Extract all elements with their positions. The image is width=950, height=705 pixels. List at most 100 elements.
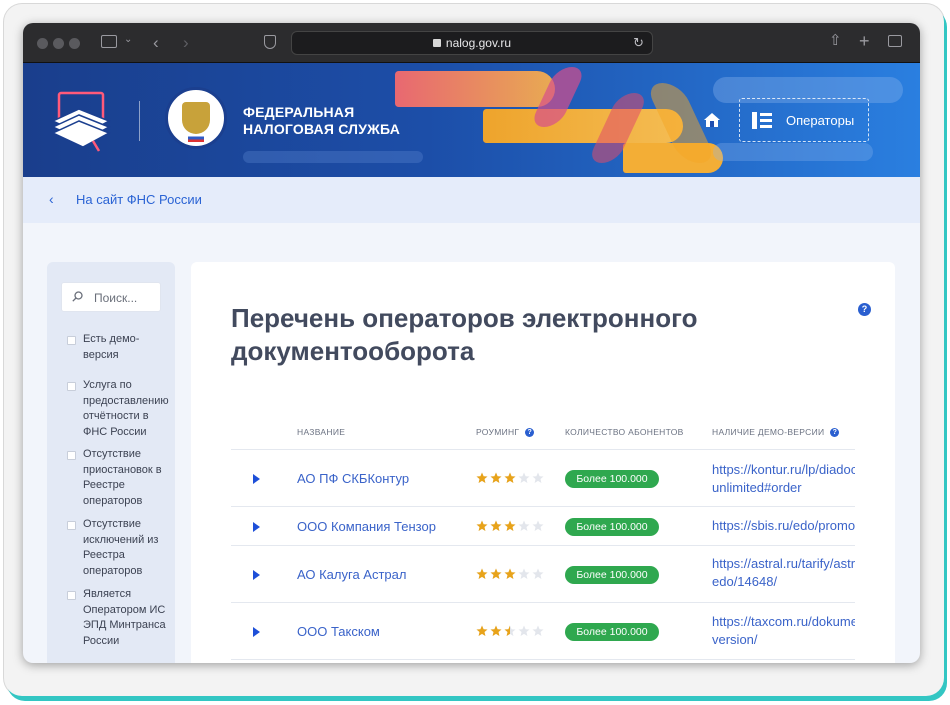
expand-arrow-icon[interactable] xyxy=(253,522,260,532)
checkbox[interactable] xyxy=(67,336,76,345)
subscribers-badge: Более 100.000 xyxy=(565,566,659,584)
new-tab-icon[interactable]: + xyxy=(859,32,870,50)
star-filled-icon xyxy=(490,625,502,636)
filter-sidebar: Поиск... Есть демо-версия Услуга по пред… xyxy=(47,262,175,663)
close-window-button[interactable] xyxy=(37,38,48,49)
chevron-left-icon[interactable]: ‹ xyxy=(49,191,54,207)
table-row[interactable]: АО Калуга Астрал Более 100.000 https://a… xyxy=(231,546,855,603)
filter-demo-version[interactable]: Есть демо-версия xyxy=(67,332,173,363)
org-name-line1: ФЕДЕРАЛЬНАЯ xyxy=(243,104,355,120)
star-filled-icon xyxy=(476,472,488,483)
table-row[interactable]: ООО Компания Тензор Более 100.000 https:… xyxy=(231,507,855,546)
filter-label: Услуга по предоставлению отчётности в ФН… xyxy=(83,379,169,438)
filter-no-suspensions[interactable]: Отсутствие приостановок в Реестре операт… xyxy=(67,447,173,509)
help-icon[interactable]: ? xyxy=(858,303,871,316)
minimize-window-button[interactable] xyxy=(53,38,64,49)
checkbox[interactable] xyxy=(67,521,76,530)
browser-toolbar: ⌄ ‹ › nalog.gov.ru ↻ ⇧ + xyxy=(23,23,920,63)
browser-window: ⌄ ‹ › nalog.gov.ru ↻ ⇧ + ФЕДЕРАЛЬНАЯ НАЛ… xyxy=(23,23,920,663)
zoom-window-button[interactable] xyxy=(69,38,80,49)
org-name[interactable]: ФЕДЕРАЛЬНАЯ НАЛОГОВАЯ СЛУЖБА xyxy=(243,104,400,138)
operators-label: Операторы xyxy=(786,113,855,128)
star-filled-icon xyxy=(490,520,502,531)
subscribers-badge: Более 100.000 xyxy=(565,518,659,536)
decor-shape xyxy=(483,109,683,143)
star-filled-icon xyxy=(490,568,502,579)
expand-arrow-icon[interactable] xyxy=(253,474,260,484)
filter-label: Отсутствие исключений из Реестра операто… xyxy=(83,518,159,577)
back-link[interactable]: На сайт ФНС России xyxy=(76,192,202,207)
lock-icon xyxy=(432,39,441,47)
filter-fns-reporting[interactable]: Услуга по предоставлению отчётности в ФН… xyxy=(67,378,173,440)
header-divider xyxy=(139,101,140,141)
col-subscribers[interactable]: КОЛИЧЕСТВО АБОНЕНТОВ xyxy=(565,427,684,437)
demo-link[interactable]: https://kontur.ru/lp/diadoc-unlimited#or… xyxy=(712,461,855,497)
back-icon[interactable]: ‹ xyxy=(153,34,159,51)
chevron-down-icon[interactable]: ⌄ xyxy=(124,35,132,45)
table-row[interactable]: АО ПФ СКБКонтур Более 100.000 https://ko… xyxy=(231,450,855,507)
url-text: nalog.gov.ru xyxy=(445,36,512,50)
demo-link[interactable]: https://astral.ru/tarify/astral-edo/1464… xyxy=(712,555,855,591)
col-demo[interactable]: НАЛИЧИЕ ДЕМО-ВЕРСИИ? xyxy=(712,427,840,438)
sidebar-toggle-icon[interactable] xyxy=(101,35,117,48)
filter-no-exclusions[interactable]: Отсутствие исключений из Реестра операто… xyxy=(67,517,173,579)
operators-card: ? Перечень операторов электронного докум… xyxy=(191,262,895,663)
demo-link[interactable]: https://taxcom.ru/dokumentooborot-versio… xyxy=(712,613,855,649)
star-empty-icon xyxy=(518,520,530,531)
site-header: ФЕДЕРАЛЬНАЯ НАЛОГОВАЯ СЛУЖБА Операторы xyxy=(23,63,920,177)
filter-label: Является Оператором ИС ЭПД Минтранса Рос… xyxy=(83,588,166,647)
operator-name[interactable]: ООО Компания Тензор xyxy=(297,519,436,534)
page-title: Перечень операторов электронного докумен… xyxy=(231,303,698,366)
col-name[interactable]: НАЗВАНИЕ xyxy=(297,427,345,437)
checkbox[interactable] xyxy=(67,451,76,460)
list-icon xyxy=(752,112,772,129)
star-empty-icon xyxy=(532,625,544,636)
help-icon[interactable]: ? xyxy=(830,428,840,438)
roaming-rating xyxy=(476,625,546,637)
star-filled-icon xyxy=(504,625,516,636)
checkbox[interactable] xyxy=(67,382,76,391)
search-icon xyxy=(72,291,83,302)
operator-name[interactable]: ООО Такском xyxy=(297,624,380,639)
star-empty-icon xyxy=(518,568,530,579)
address-bar[interactable]: nalog.gov.ru ↻ xyxy=(291,31,653,55)
home-icon[interactable] xyxy=(703,111,721,129)
decor-shape xyxy=(243,151,423,163)
expand-arrow-icon[interactable] xyxy=(253,570,260,580)
back-link-bar: ‹ На сайт ФНС России xyxy=(23,177,920,223)
search-input[interactable]: Поиск... xyxy=(61,282,161,312)
star-empty-icon xyxy=(532,520,544,531)
decor-shape xyxy=(713,143,873,161)
filter-label: Есть демо-версия xyxy=(83,333,140,361)
roaming-rating xyxy=(476,472,546,484)
operator-name[interactable]: АО ПФ СКБКонтур xyxy=(297,471,409,486)
star-empty-icon xyxy=(532,568,544,579)
eagle-icon xyxy=(182,102,210,134)
tab-overview-icon[interactable] xyxy=(888,35,902,47)
star-filled-icon xyxy=(504,568,516,579)
table-row[interactable]: ООО Такском Более 100.000 https://taxcom… xyxy=(231,603,855,660)
decor-shape xyxy=(395,71,555,107)
shield-icon[interactable] xyxy=(264,35,276,49)
forward-icon[interactable]: › xyxy=(183,34,189,51)
subscribers-badge: Более 100.000 xyxy=(565,623,659,641)
roaming-rating xyxy=(476,568,546,580)
fns-emblem xyxy=(165,87,227,149)
documents-logo-icon xyxy=(51,91,111,152)
operators-button[interactable]: Операторы xyxy=(739,98,869,142)
star-filled-icon xyxy=(476,625,488,636)
reload-icon[interactable]: ↻ xyxy=(633,32,644,54)
star-filled-icon xyxy=(490,472,502,483)
help-icon[interactable]: ? xyxy=(525,428,535,438)
checkbox[interactable] xyxy=(67,591,76,600)
col-roaming[interactable]: РОУМИНГ? xyxy=(476,427,535,438)
demo-link[interactable]: https://sbis.ru/edo/promo xyxy=(712,517,855,535)
filter-label: Отсутствие приостановок в Реестре операт… xyxy=(83,448,162,507)
star-filled-icon xyxy=(504,472,516,483)
star-empty-icon xyxy=(518,625,530,636)
expand-arrow-icon[interactable] xyxy=(253,627,260,637)
org-name-line2: НАЛОГОВАЯ СЛУЖБА xyxy=(243,121,401,137)
operator-name[interactable]: АО Калуга Астрал xyxy=(297,567,406,582)
share-icon[interactable]: ⇧ xyxy=(829,33,842,48)
filter-mintrans-operator[interactable]: Является Оператором ИС ЭПД Минтранса Рос… xyxy=(67,587,173,649)
